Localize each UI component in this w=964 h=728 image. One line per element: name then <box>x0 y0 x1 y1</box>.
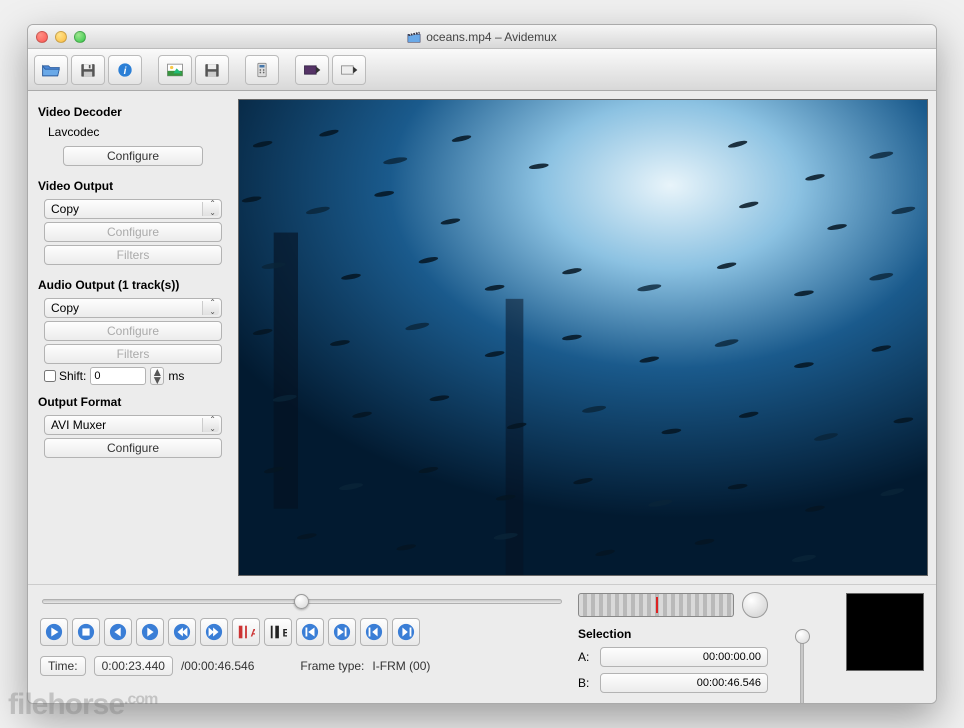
output-format-configure-button[interactable]: Configure <box>44 438 222 458</box>
shift-checkbox-label[interactable]: Shift: <box>44 369 86 383</box>
frame-type-value: I-FRM (00) <box>372 659 430 673</box>
selection-a-label: A: <box>578 650 594 664</box>
transport-controls: A B <box>40 618 564 646</box>
audio-output-title: Audio Output (1 track(s)) <box>38 278 228 292</box>
save-button[interactable] <box>71 55 105 85</box>
duration: /00:00:46.546 <box>181 659 254 673</box>
clapperboard-icon <box>407 30 421 44</box>
titlebar: oceans.mp4 – Avidemux <box>28 25 936 49</box>
selection-b-label: B: <box>578 676 594 690</box>
stop-button[interactable] <box>72 618 100 646</box>
info-button[interactable]: i <box>108 55 142 85</box>
shift-checkbox[interactable] <box>44 370 56 382</box>
video-output-filters-button[interactable]: Filters <box>44 245 222 265</box>
goto-a-button[interactable] <box>296 618 324 646</box>
audio-output-filters-button[interactable]: Filters <box>44 344 222 364</box>
goto-b-button[interactable] <box>328 618 356 646</box>
volume-slider[interactable] <box>794 633 810 704</box>
zoom-button[interactable] <box>74 31 86 43</box>
volume-thumb[interactable] <box>795 629 810 644</box>
minimize-button[interactable] <box>55 31 67 43</box>
calculator-button[interactable] <box>245 55 279 85</box>
prev-black-button[interactable] <box>360 618 388 646</box>
prev-frame-button[interactable] <box>104 618 132 646</box>
next-black-button[interactable] <box>392 618 420 646</box>
play-button-toolbar[interactable] <box>295 55 329 85</box>
video-output-title: Video Output <box>38 179 228 193</box>
svg-text:B: B <box>283 628 288 640</box>
shift-unit: ms <box>168 369 184 383</box>
audio-output-select[interactable]: Copy <box>44 298 222 318</box>
timeline-slider[interactable] <box>42 599 562 604</box>
next-frame-button[interactable] <box>136 618 164 646</box>
set-b-button[interactable]: B <box>264 618 292 646</box>
sidebar: Video Decoder Lavcodec Configure Video O… <box>28 91 238 584</box>
timeline-slider-thumb[interactable] <box>294 594 309 609</box>
output-format-select[interactable]: AVI Muxer <box>44 415 222 435</box>
set-a-button[interactable]: A <box>232 618 260 646</box>
selection-a-value: 00:00:00.00 <box>600 647 768 667</box>
decoder-configure-button[interactable]: Configure <box>63 146 203 166</box>
prev-keyframe-button[interactable] <box>168 618 196 646</box>
svg-text:i: i <box>124 66 127 77</box>
save-audio-button[interactable] <box>195 55 229 85</box>
video-output-select[interactable]: Copy <box>44 199 222 219</box>
current-time[interactable]: 0:00:23.440 <box>94 656 173 676</box>
open-file-button[interactable] <box>34 55 68 85</box>
play-button[interactable] <box>40 618 68 646</box>
video-decoder-title: Video Decoder <box>38 105 228 119</box>
output-format-title: Output Format <box>38 395 228 409</box>
export-button[interactable] <box>332 55 366 85</box>
toolbar: i <box>28 49 936 91</box>
close-button[interactable] <box>36 31 48 43</box>
svg-text:A: A <box>251 628 256 640</box>
decoder-codec: Lavcodec <box>48 125 228 139</box>
video-preview <box>238 99 928 576</box>
thumbnail-box <box>846 593 924 671</box>
selection-b-value: 00:00:46.546 <box>600 673 768 693</box>
shift-spinner[interactable]: ▲▼ <box>150 367 164 385</box>
time-label[interactable]: Time: <box>40 656 86 676</box>
next-keyframe-button[interactable] <box>200 618 228 646</box>
save-image-button[interactable] <box>158 55 192 85</box>
selection-title: Selection <box>578 627 768 641</box>
jog-knob[interactable] <box>742 592 768 618</box>
window-title: oceans.mp4 – Avidemux <box>28 30 936 44</box>
window-controls <box>36 31 86 43</box>
shift-value-input[interactable] <box>90 367 146 385</box>
application-window: oceans.mp4 – Avidemux i Video Decoder La… <box>27 24 937 704</box>
audio-output-configure-button[interactable]: Configure <box>44 321 222 341</box>
jog-wheel[interactable] <box>578 593 734 617</box>
video-output-configure-button[interactable]: Configure <box>44 222 222 242</box>
frame-type-label: Frame type: <box>300 659 364 673</box>
